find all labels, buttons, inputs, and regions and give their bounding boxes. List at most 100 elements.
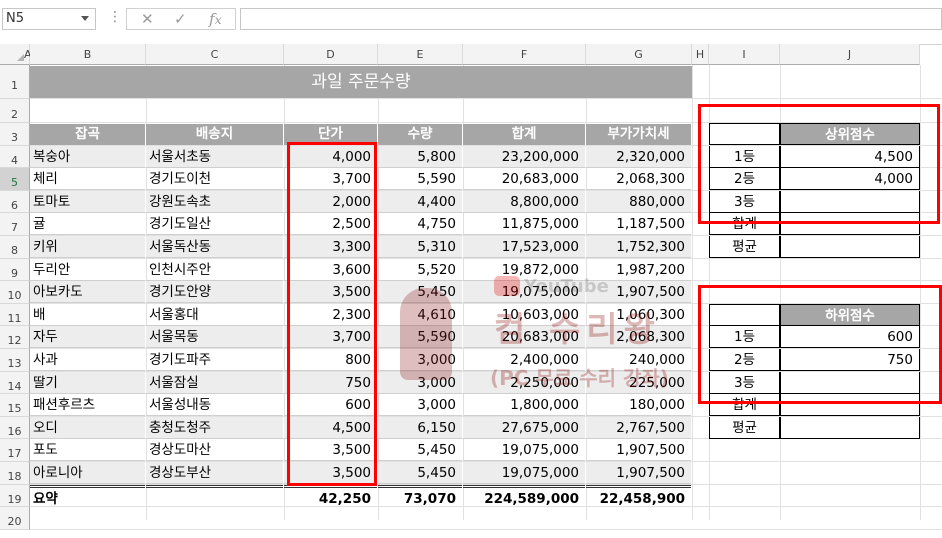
header-cell[interactable]: 수량 [378,124,462,145]
data-cell-number[interactable]: 880,000 [586,190,691,213]
more-options-icon[interactable]: ⋮ [108,9,122,25]
data-cell-text[interactable]: 경기도안양 [146,281,283,304]
data-cell-text[interactable]: 서울독산동 [146,236,283,258]
data-cell-number[interactable]: 1,987,200 [586,259,691,281]
data-cell-number[interactable]: 8,800,000 [463,190,585,213]
data-cell-number[interactable]: 17,523,000 [463,236,585,258]
column-header-f[interactable]: F [463,44,586,65]
row-header-13[interactable]: 13 [0,349,30,372]
data-cell-number[interactable]: 23,200,000 [463,145,585,168]
data-cell-number[interactable]: 5,450 [378,439,462,462]
summary-value[interactable]: 224,589,000 [463,484,585,507]
data-cell-number[interactable]: 2,320,000 [586,145,691,168]
column-header-c[interactable]: C [146,44,284,65]
data-cell-text[interactable]: 서울잠실 [146,371,283,394]
data-cell-number[interactable]: 1,060,300 [586,304,691,326]
enter-icon[interactable]: ✓ [174,10,187,28]
data-cell-text[interactable]: 귤 [30,213,145,236]
data-cell-number[interactable]: 20,683,000 [463,168,585,191]
data-cell-number[interactable]: 1,800,000 [463,394,585,417]
column-header-b[interactable]: B [30,44,146,65]
summary-value[interactable]: 73,070 [378,484,462,507]
data-cell-number[interactable]: 5,450 [378,281,462,304]
data-cell-number[interactable]: 6,150 [378,416,462,439]
header-cell[interactable]: 부가가치세 [586,124,691,145]
row-header-3[interactable]: 3 [0,123,30,146]
data-cell-number[interactable]: 19,872,000 [463,259,585,281]
column-header-e[interactable]: E [378,44,463,65]
data-cell-number[interactable]: 5,310 [378,236,462,258]
data-cell-text[interactable]: 경기도파주 [146,349,283,371]
formula-input[interactable] [240,8,942,30]
data-cell-text[interactable]: 자두 [30,326,145,349]
row-header-2[interactable]: 2 [0,99,30,123]
data-cell-number[interactable]: 19,075,000 [463,462,585,484]
data-cell-number[interactable]: 2,400,000 [463,349,585,371]
row-header-12[interactable]: 12 [0,326,30,349]
data-cell-number[interactable]: 11,875,000 [463,213,585,236]
data-cell-text[interactable]: 서울목동 [146,326,283,349]
data-cell-number[interactable]: 4,610 [378,304,462,326]
sheet-title[interactable]: 과일 주문수량 [30,66,692,98]
summary-value[interactable]: 22,458,900 [586,484,691,507]
column-header-g[interactable]: G [586,44,692,65]
data-cell-text[interactable]: 오디 [30,416,145,439]
row-header-15[interactable]: 15 [0,394,30,417]
data-cell-number[interactable]: 5,450 [378,462,462,484]
row-header-20[interactable]: 20 [0,507,30,530]
row-header-11[interactable]: 11 [0,303,30,327]
column-header-d[interactable]: D [284,44,378,65]
data-cell-text[interactable]: 강원도속초 [146,190,283,213]
row-header-5[interactable]: 5 [0,168,30,191]
data-cell-number[interactable]: 1,907,500 [586,462,691,484]
data-cell-text[interactable]: 경기도이천 [146,168,283,191]
column-header-h[interactable]: H [692,44,709,65]
data-cell-number[interactable]: 4,750 [378,213,462,236]
data-cell-number[interactable]: 19,075,000 [463,439,585,462]
data-cell-number[interactable]: 3,000 [378,394,462,417]
header-cell[interactable]: 잡곡 [30,124,145,145]
data-cell-text[interactable]: 서울홍대 [146,304,283,326]
bottom-scores-value[interactable] [780,416,920,439]
row-header-14[interactable]: 14 [0,371,30,395]
data-cell-number[interactable]: 2,250,000 [463,371,585,394]
data-cell-text[interactable]: 두리안 [30,259,145,281]
data-cell-number[interactable]: 5,590 [378,326,462,349]
column-header-j[interactable]: J [780,44,920,65]
data-cell-number[interactable]: 225,000 [586,371,691,394]
data-cell-text[interactable]: 토마토 [30,190,145,213]
header-cell[interactable]: 합계 [463,124,585,145]
cancel-icon[interactable]: ✕ [141,10,154,28]
data-cell-text[interactable]: 경기도일산 [146,213,283,236]
data-cell-number[interactable]: 5,590 [378,168,462,191]
data-cell-number[interactable]: 2,068,300 [586,168,691,191]
data-cell-text[interactable]: 인천시주안 [146,259,283,281]
data-cell-text[interactable]: 배 [30,304,145,326]
row-header-4[interactable]: 4 [0,145,30,169]
data-cell-number[interactable]: 2,767,500 [586,416,691,439]
summary-value[interactable] [146,484,283,507]
row-header-9[interactable]: 9 [0,258,30,282]
data-cell-text[interactable]: 포도 [30,439,145,462]
chevron-down-icon[interactable] [81,16,89,21]
row-header-18[interactable]: 18 [0,462,30,485]
data-cell-number[interactable]: 1,187,500 [586,213,691,236]
bottom-scores-rank-label[interactable]: 평균 [709,416,780,439]
data-cell-number[interactable]: 27,675,000 [463,416,585,439]
row-header-7[interactable]: 7 [0,213,30,236]
data-cell-number[interactable]: 2,068,300 [586,326,691,349]
function-icon[interactable]: fx [209,10,222,28]
summary-value[interactable]: 42,250 [284,484,377,507]
data-cell-number[interactable]: 20,683,000 [463,326,585,349]
data-cell-text[interactable]: 서울서초동 [146,145,283,168]
row-header-6[interactable]: 6 [0,190,30,214]
data-cell-text[interactable]: 아로니아 [30,462,145,484]
row-header-16[interactable]: 16 [0,416,30,440]
data-cell-text[interactable]: 복숭아 [30,145,145,168]
data-cell-number[interactable]: 3,000 [378,371,462,394]
data-cell-number[interactable]: 4,400 [378,190,462,213]
name-box[interactable]: N5 [2,8,96,30]
data-cell-number[interactable]: 240,000 [586,349,691,371]
row-header-17[interactable]: 17 [0,439,30,462]
column-header-i[interactable]: I [709,44,780,65]
